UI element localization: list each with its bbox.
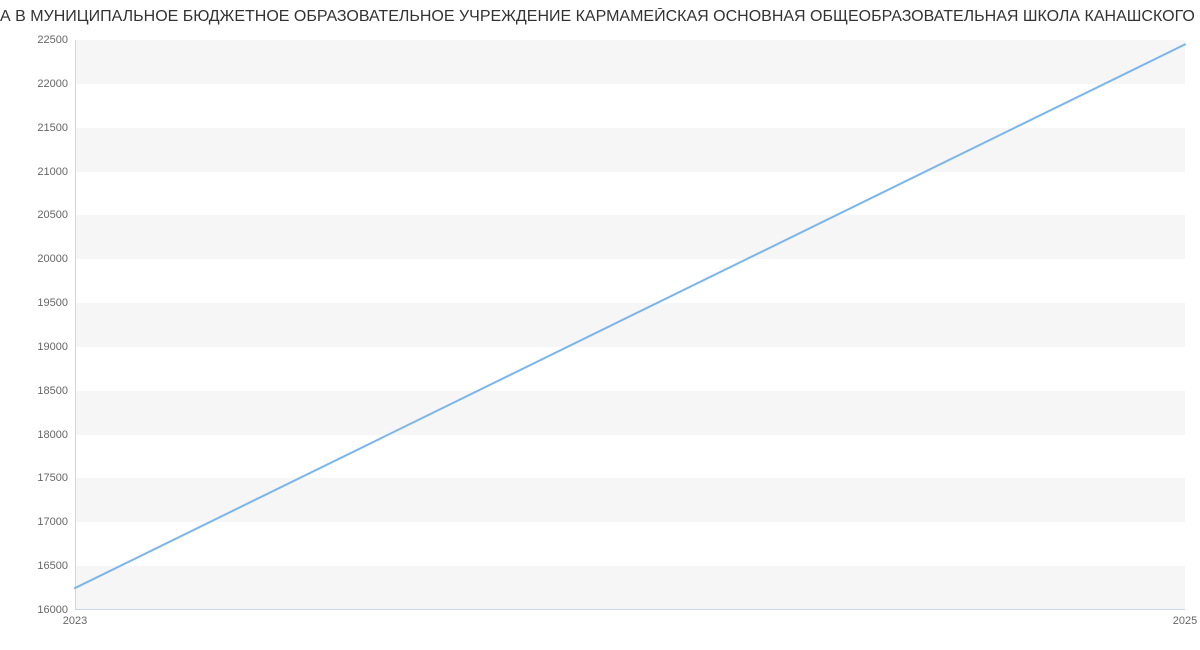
x-tick-label: 2025 xyxy=(1173,615,1197,627)
line-series xyxy=(75,40,1185,610)
y-tick-label: 19500 xyxy=(37,297,68,309)
y-tick-label: 18500 xyxy=(37,385,68,397)
chart-title: А В МУНИЦИПАЛЬНОЕ БЮДЖЕТНОЕ ОБРАЗОВАТЕЛЬ… xyxy=(0,8,1200,26)
y-tick-label: 22500 xyxy=(37,34,68,46)
y-tick-label: 17000 xyxy=(37,516,68,528)
y-tick-label: 20000 xyxy=(37,253,68,265)
y-tick-label: 21000 xyxy=(37,166,68,178)
plot-area[interactable] xyxy=(75,40,1185,610)
y-tick-label: 19000 xyxy=(37,341,68,353)
y-tick-label: 18000 xyxy=(37,429,68,441)
x-tick-label: 2023 xyxy=(63,615,87,627)
y-tick-label: 20500 xyxy=(37,209,68,221)
series-1-path xyxy=(75,44,1185,588)
y-tick-label: 16500 xyxy=(37,560,68,572)
y-tick-label: 22000 xyxy=(37,78,68,90)
y-tick-label: 21500 xyxy=(37,122,68,134)
chart-container: А В МУНИЦИПАЛЬНОЕ БЮДЖЕТНОЕ ОБРАЗОВАТЕЛЬ… xyxy=(0,0,1200,650)
y-tick-label: 17500 xyxy=(37,472,68,484)
